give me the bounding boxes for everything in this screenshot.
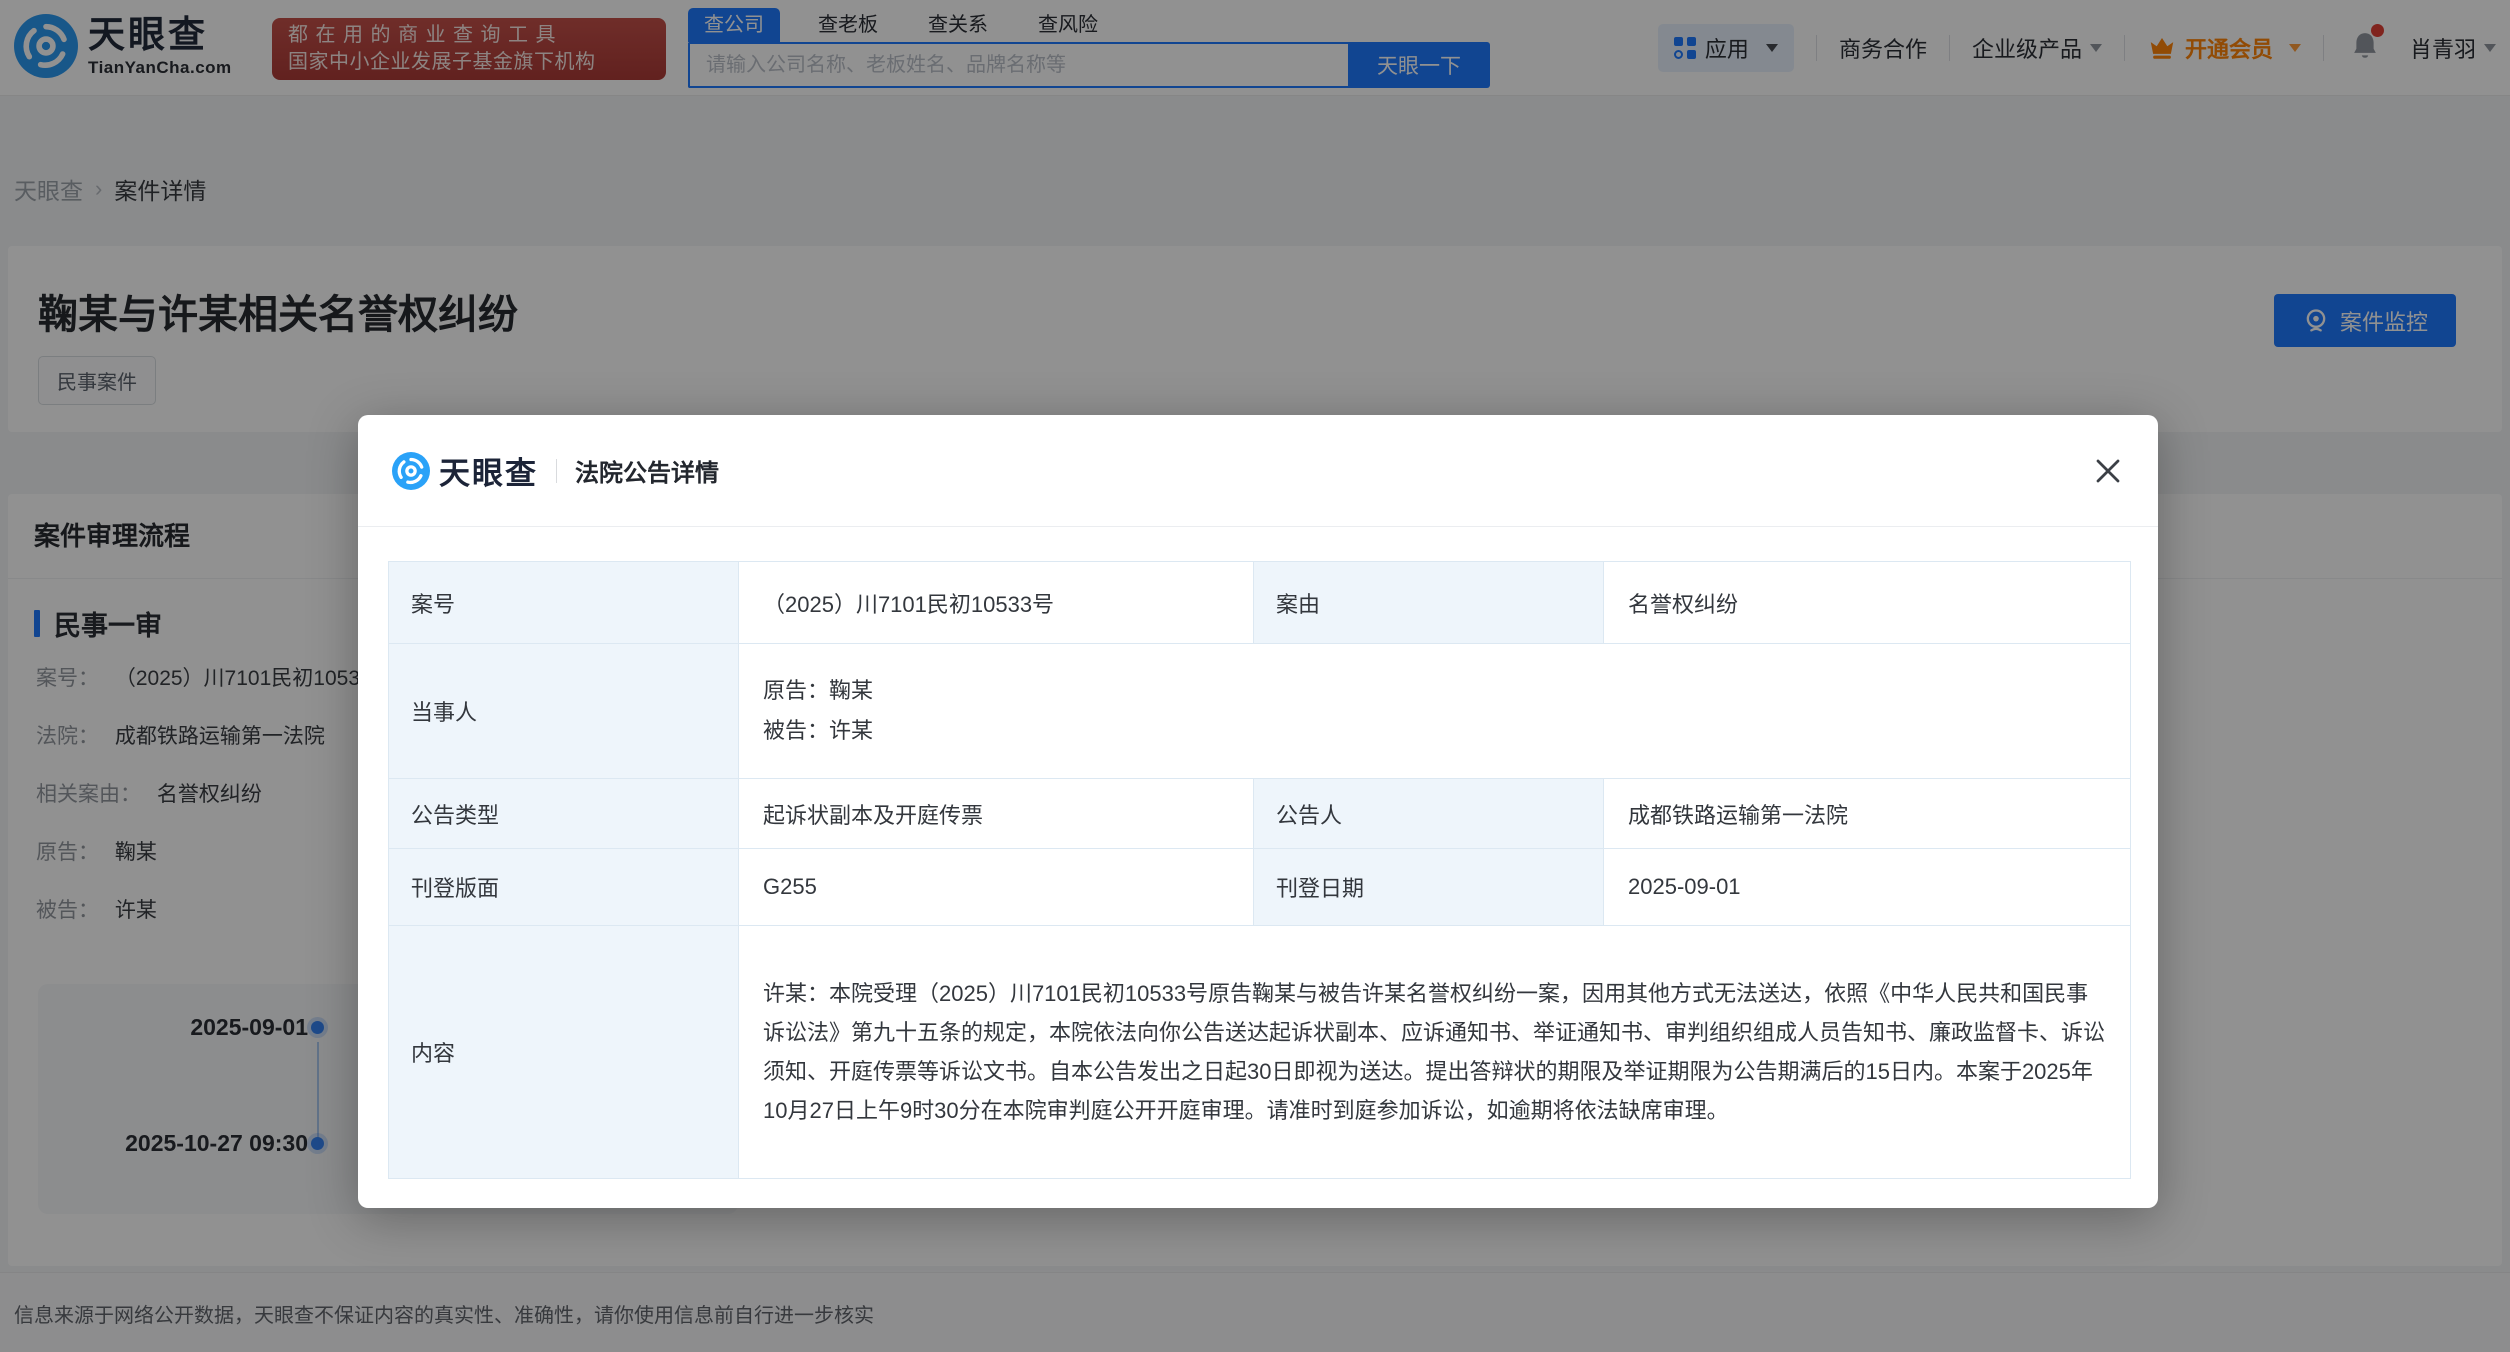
publish-date-label: 刊登日期: [1254, 849, 1604, 926]
content-label: 内容: [389, 926, 739, 1179]
table-row: 当事人 原告：鞠某 被告：许某: [389, 644, 2131, 779]
modal-logo-text: 天眼查: [439, 448, 538, 493]
modal-header: 天眼查 法院公告详情: [358, 415, 2158, 527]
announcer-label: 公告人: [1254, 779, 1604, 849]
defendant-line: 被告：许某: [763, 711, 2106, 751]
cause-label: 案由: [1254, 562, 1604, 644]
page-label: 刊登版面: [389, 849, 739, 926]
announcement-table: 案号 （2025）川7101民初10533号 案由 名誉权纠纷 当事人 原告：鞠…: [388, 561, 2131, 1179]
party-value: 原告：鞠某 被告：许某: [739, 644, 2131, 779]
cause-value: 名誉权纠纷: [1604, 562, 2131, 644]
content-value: 许某：本院受理（2025）川7101民初10533号原告鞠某与被告许某名誉权纠纷…: [739, 926, 2131, 1179]
modal-title: 法院公告详情: [575, 453, 719, 488]
page: 天眼查 TianYanCha.com 都在用的商业查询工具 国家中小企业发展子基…: [0, 0, 2510, 1352]
party-label: 当事人: [389, 644, 739, 779]
case-no-label: 案号: [389, 562, 739, 644]
tianyancha-swirl-icon: [392, 452, 430, 490]
case-no-value: （2025）川7101民初10533号: [739, 562, 1254, 644]
table-row: 内容 许某：本院受理（2025）川7101民初10533号原告鞠某与被告许某名誉…: [389, 926, 2131, 1179]
table-row: 公告类型 起诉状副本及开庭传票 公告人 成都铁路运输第一法院: [389, 779, 2131, 849]
close-icon[interactable]: [2090, 453, 2126, 489]
table-row: 案号 （2025）川7101民初10533号 案由 名誉权纠纷: [389, 562, 2131, 644]
announcer-value: 成都铁路运输第一法院: [1604, 779, 2131, 849]
court-announcement-modal: 天眼查 法院公告详情 案号 （2025）川7101民初10533号 案由 名誉权…: [358, 415, 2158, 1208]
type-label: 公告类型: [389, 779, 739, 849]
divider: [556, 459, 557, 483]
table-row: 刊登版面 G255 刊登日期 2025-09-01: [389, 849, 2131, 926]
page-value: G255: [739, 849, 1254, 926]
plaintiff-line: 原告：鞠某: [763, 671, 2106, 711]
type-value: 起诉状副本及开庭传票: [739, 779, 1254, 849]
publish-date-value: 2025-09-01: [1604, 849, 2131, 926]
